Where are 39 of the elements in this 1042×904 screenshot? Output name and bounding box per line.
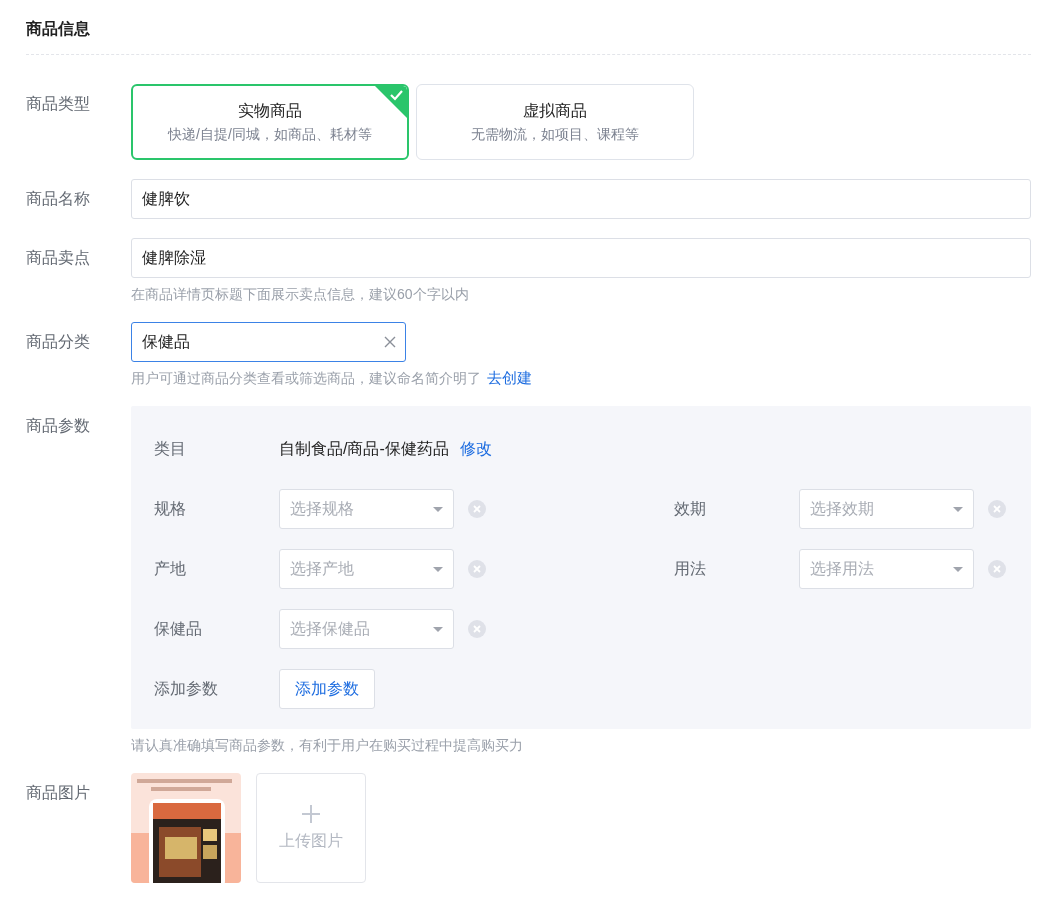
field-label: 商品参数 [26,416,91,436]
input-field[interactable]: 健脾饮 [131,179,1031,219]
remove-icon[interactable] [468,500,486,518]
create-link[interactable]: 去创建 [487,369,532,386]
caret-icon [433,626,443,632]
remove-icon[interactable] [988,500,1006,518]
param-label: 产地 [154,558,187,579]
input-field[interactable]: 健脾除湿 [131,238,1031,278]
close-icon[interactable] [384,336,396,348]
add-param-button[interactable]: 添加参数 [279,669,375,709]
field-label: 商品图片 [26,783,91,803]
param-label: 效期 [674,498,707,519]
section-title: 商品信息 [26,20,90,37]
hint-text: 用户可通过商品分类查看或筛选商品，建议命名简介明了 [131,370,481,386]
field-label: 商品分类 [26,332,91,352]
remove-icon[interactable] [988,560,1006,578]
field-label: 商品类型 [26,94,91,114]
plus-icon [302,804,320,823]
param-label: 用法 [674,558,707,579]
remove-icon[interactable] [468,560,486,578]
category-path: 自制食品/商品-保健药品 [279,438,449,459]
caret-icon [953,566,963,572]
hint-text: 在商品详情页标题下面展示卖点信息，建议60个字以内 [131,286,469,302]
edit-link[interactable]: 修改 [459,438,492,460]
param-label: 保健品 [154,618,203,639]
type-option-card[interactable]: 实物商品 快递/自提/同城，如商品、耗材等 [131,84,409,160]
field-label: 商品名称 [26,189,91,209]
param-label: 规格 [154,498,187,519]
field-label: 商品卖点 [26,248,91,268]
check-icon [375,86,407,118]
input-field[interactable]: 保健品 [131,322,406,362]
caret-icon [433,566,443,572]
hint-text: 请认真准确填写商品参数，有利于用户在购买过程中提高购买力 [131,737,523,753]
remove-icon[interactable] [468,620,486,638]
param-label: 类目 [154,438,187,459]
caret-icon [953,506,963,512]
param-label: 添加参数 [154,678,219,699]
type-option-card[interactable]: 虚拟商品 无需物流，如项目、课程等 [416,84,694,160]
caret-icon [433,506,443,512]
